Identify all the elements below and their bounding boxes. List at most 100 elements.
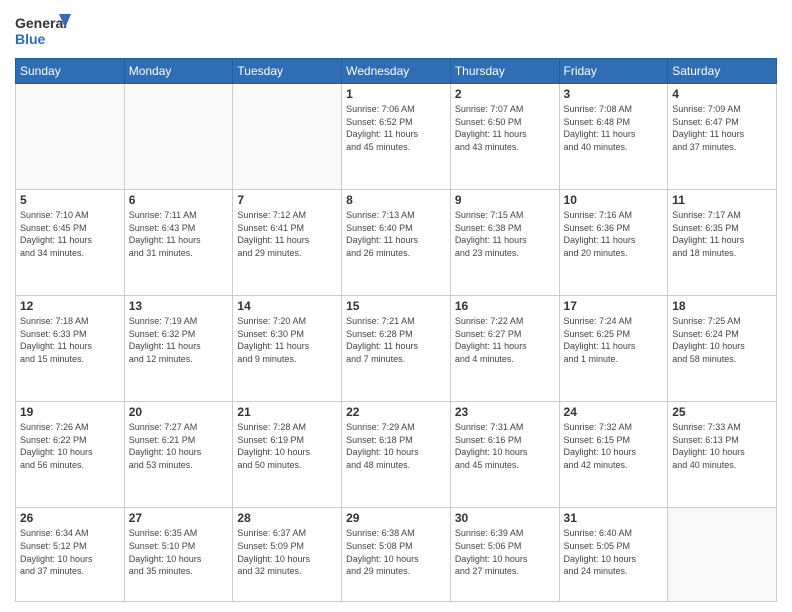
calendar-cell: 21 Sunrise: 7:28 AM Sunset: 6:19 PM Dayli… [233,402,342,508]
day-number: 10 [564,193,664,207]
calendar-cell [124,84,233,190]
calendar-cell: 27Sunrise: 6:35 AM Sunset: 5:10 PM Dayli… [124,508,233,602]
day-number: 25 [672,405,772,419]
day-info: Sunrise: 7:21 AM Sunset: 6:28 PM Dayligh… [346,315,446,365]
calendar-cell: 5 Sunrise: 7:10 AM Sunset: 6:45 PM Daylig… [16,190,125,296]
calendar-cell: 1Sunrise: 7:06 AM Sunset: 6:52 PM Daylig… [342,84,451,190]
column-header-thursday: Thursday [450,59,559,84]
day-info: Sunrise: 7:13 AM Sunset: 6:40 PM Dayligh… [346,209,446,259]
calendar-cell: 18 Sunrise: 7:25 AM Sunset: 6:24 PM Dayli… [668,296,777,402]
calendar-cell: 28 Sunrise: 6:37 AM Sunset: 5:09 PM Dayli… [233,508,342,602]
day-info: Sunrise: 7:32 AM Sunset: 6:15 PM Dayligh… [564,421,664,471]
day-info: Sunrise: 6:34 AM Sunset: 5:12 PM Dayligh… [20,527,120,577]
calendar-cell: 8 Sunrise: 7:13 AM Sunset: 6:40 PM Daylig… [342,190,451,296]
day-info: Sunrise: 7:26 AM Sunset: 6:22 PM Dayligh… [20,421,120,471]
week-row-1: 1Sunrise: 7:06 AM Sunset: 6:52 PM Daylig… [16,84,777,190]
day-number: 24 [564,405,664,419]
calendar-header-row: SundayMondayTuesdayWednesdayThursdayFrid… [16,59,777,84]
calendar-cell: 7 Sunrise: 7:12 AM Sunset: 6:41 PM Daylig… [233,190,342,296]
calendar-cell: 3Sunrise: 7:08 AM Sunset: 6:48 PM Daylig… [559,84,668,190]
day-number: 4 [672,87,772,101]
logo-svg: GeneralBlue [15,10,75,50]
calendar-table: SundayMondayTuesdayWednesdayThursdayFrid… [15,58,777,602]
day-info: Sunrise: 7:11 AM Sunset: 6:43 PM Dayligh… [129,209,229,259]
day-info: Sunrise: 6:38 AM Sunset: 5:08 PM Dayligh… [346,527,446,577]
day-number: 28 [237,511,337,525]
day-info: Sunrise: 7:12 AM Sunset: 6:41 PM Dayligh… [237,209,337,259]
day-number: 11 [672,193,772,207]
calendar-cell: 6 Sunrise: 7:11 AM Sunset: 6:43 PM Daylig… [124,190,233,296]
calendar-cell: 17Sunrise: 7:24 AM Sunset: 6:25 PM Dayli… [559,296,668,402]
day-number: 3 [564,87,664,101]
calendar-cell: 22Sunrise: 7:29 AM Sunset: 6:18 PM Dayli… [342,402,451,508]
day-number: 21 [237,405,337,419]
page: GeneralBlue SundayMondayTuesdayWednesday… [0,0,792,612]
calendar-cell: 20 Sunrise: 7:27 AM Sunset: 6:21 PM Dayli… [124,402,233,508]
day-number: 19 [20,405,120,419]
week-row-3: 12Sunrise: 7:18 AM Sunset: 6:33 PM Dayli… [16,296,777,402]
calendar-cell: 13 Sunrise: 7:19 AM Sunset: 6:32 PM Dayli… [124,296,233,402]
day-info: Sunrise: 7:06 AM Sunset: 6:52 PM Dayligh… [346,103,446,153]
calendar-cell: 30 Sunrise: 6:39 AM Sunset: 5:06 PM Dayli… [450,508,559,602]
day-number: 8 [346,193,446,207]
calendar-cell: 4 Sunrise: 7:09 AM Sunset: 6:47 PM Daylig… [668,84,777,190]
column-header-monday: Monday [124,59,233,84]
day-info: Sunrise: 7:25 AM Sunset: 6:24 PM Dayligh… [672,315,772,365]
column-header-wednesday: Wednesday [342,59,451,84]
calendar-cell: 25 Sunrise: 7:33 AM Sunset: 6:13 PM Dayli… [668,402,777,508]
day-number: 9 [455,193,555,207]
day-number: 23 [455,405,555,419]
day-info: Sunrise: 7:19 AM Sunset: 6:32 PM Dayligh… [129,315,229,365]
week-row-4: 19 Sunrise: 7:26 AM Sunset: 6:22 PM Dayli… [16,402,777,508]
calendar-cell: 23 Sunrise: 7:31 AM Sunset: 6:16 PM Dayli… [450,402,559,508]
day-info: Sunrise: 7:28 AM Sunset: 6:19 PM Dayligh… [237,421,337,471]
svg-text:Blue: Blue [15,31,46,47]
svg-text:General: General [15,15,67,31]
column-header-saturday: Saturday [668,59,777,84]
day-info: Sunrise: 7:33 AM Sunset: 6:13 PM Dayligh… [672,421,772,471]
day-number: 27 [129,511,229,525]
calendar-cell: 26 Sunrise: 6:34 AM Sunset: 5:12 PM Dayli… [16,508,125,602]
day-number: 18 [672,299,772,313]
day-number: 13 [129,299,229,313]
column-header-tuesday: Tuesday [233,59,342,84]
day-info: Sunrise: 6:37 AM Sunset: 5:09 PM Dayligh… [237,527,337,577]
day-number: 16 [455,299,555,313]
calendar-cell: 31Sunrise: 6:40 AM Sunset: 5:05 PM Dayli… [559,508,668,602]
day-info: Sunrise: 7:09 AM Sunset: 6:47 PM Dayligh… [672,103,772,153]
calendar-cell: 19 Sunrise: 7:26 AM Sunset: 6:22 PM Dayli… [16,402,125,508]
calendar-cell: 2 Sunrise: 7:07 AM Sunset: 6:50 PM Daylig… [450,84,559,190]
day-info: Sunrise: 7:31 AM Sunset: 6:16 PM Dayligh… [455,421,555,471]
day-info: Sunrise: 7:10 AM Sunset: 6:45 PM Dayligh… [20,209,120,259]
day-info: Sunrise: 7:20 AM Sunset: 6:30 PM Dayligh… [237,315,337,365]
calendar-cell: 24 Sunrise: 7:32 AM Sunset: 6:15 PM Dayli… [559,402,668,508]
day-number: 30 [455,511,555,525]
day-number: 17 [564,299,664,313]
day-info: Sunrise: 7:15 AM Sunset: 6:38 PM Dayligh… [455,209,555,259]
calendar-cell: 11 Sunrise: 7:17 AM Sunset: 6:35 PM Dayli… [668,190,777,296]
day-number: 5 [20,193,120,207]
day-number: 22 [346,405,446,419]
day-number: 15 [346,299,446,313]
day-number: 26 [20,511,120,525]
day-info: Sunrise: 7:18 AM Sunset: 6:33 PM Dayligh… [20,315,120,365]
calendar-cell: 16Sunrise: 7:22 AM Sunset: 6:27 PM Dayli… [450,296,559,402]
day-info: Sunrise: 7:07 AM Sunset: 6:50 PM Dayligh… [455,103,555,153]
day-number: 31 [564,511,664,525]
day-number: 7 [237,193,337,207]
day-info: Sunrise: 7:17 AM Sunset: 6:35 PM Dayligh… [672,209,772,259]
day-info: Sunrise: 7:27 AM Sunset: 6:21 PM Dayligh… [129,421,229,471]
column-header-sunday: Sunday [16,59,125,84]
week-row-2: 5 Sunrise: 7:10 AM Sunset: 6:45 PM Daylig… [16,190,777,296]
day-number: 6 [129,193,229,207]
day-number: 20 [129,405,229,419]
calendar-cell [16,84,125,190]
day-info: Sunrise: 6:39 AM Sunset: 5:06 PM Dayligh… [455,527,555,577]
day-number: 29 [346,511,446,525]
day-number: 2 [455,87,555,101]
header: GeneralBlue [15,10,777,50]
week-row-5: 26 Sunrise: 6:34 AM Sunset: 5:12 PM Dayli… [16,508,777,602]
logo: GeneralBlue [15,10,75,50]
calendar-cell: 14Sunrise: 7:20 AM Sunset: 6:30 PM Dayli… [233,296,342,402]
day-info: Sunrise: 7:16 AM Sunset: 6:36 PM Dayligh… [564,209,664,259]
